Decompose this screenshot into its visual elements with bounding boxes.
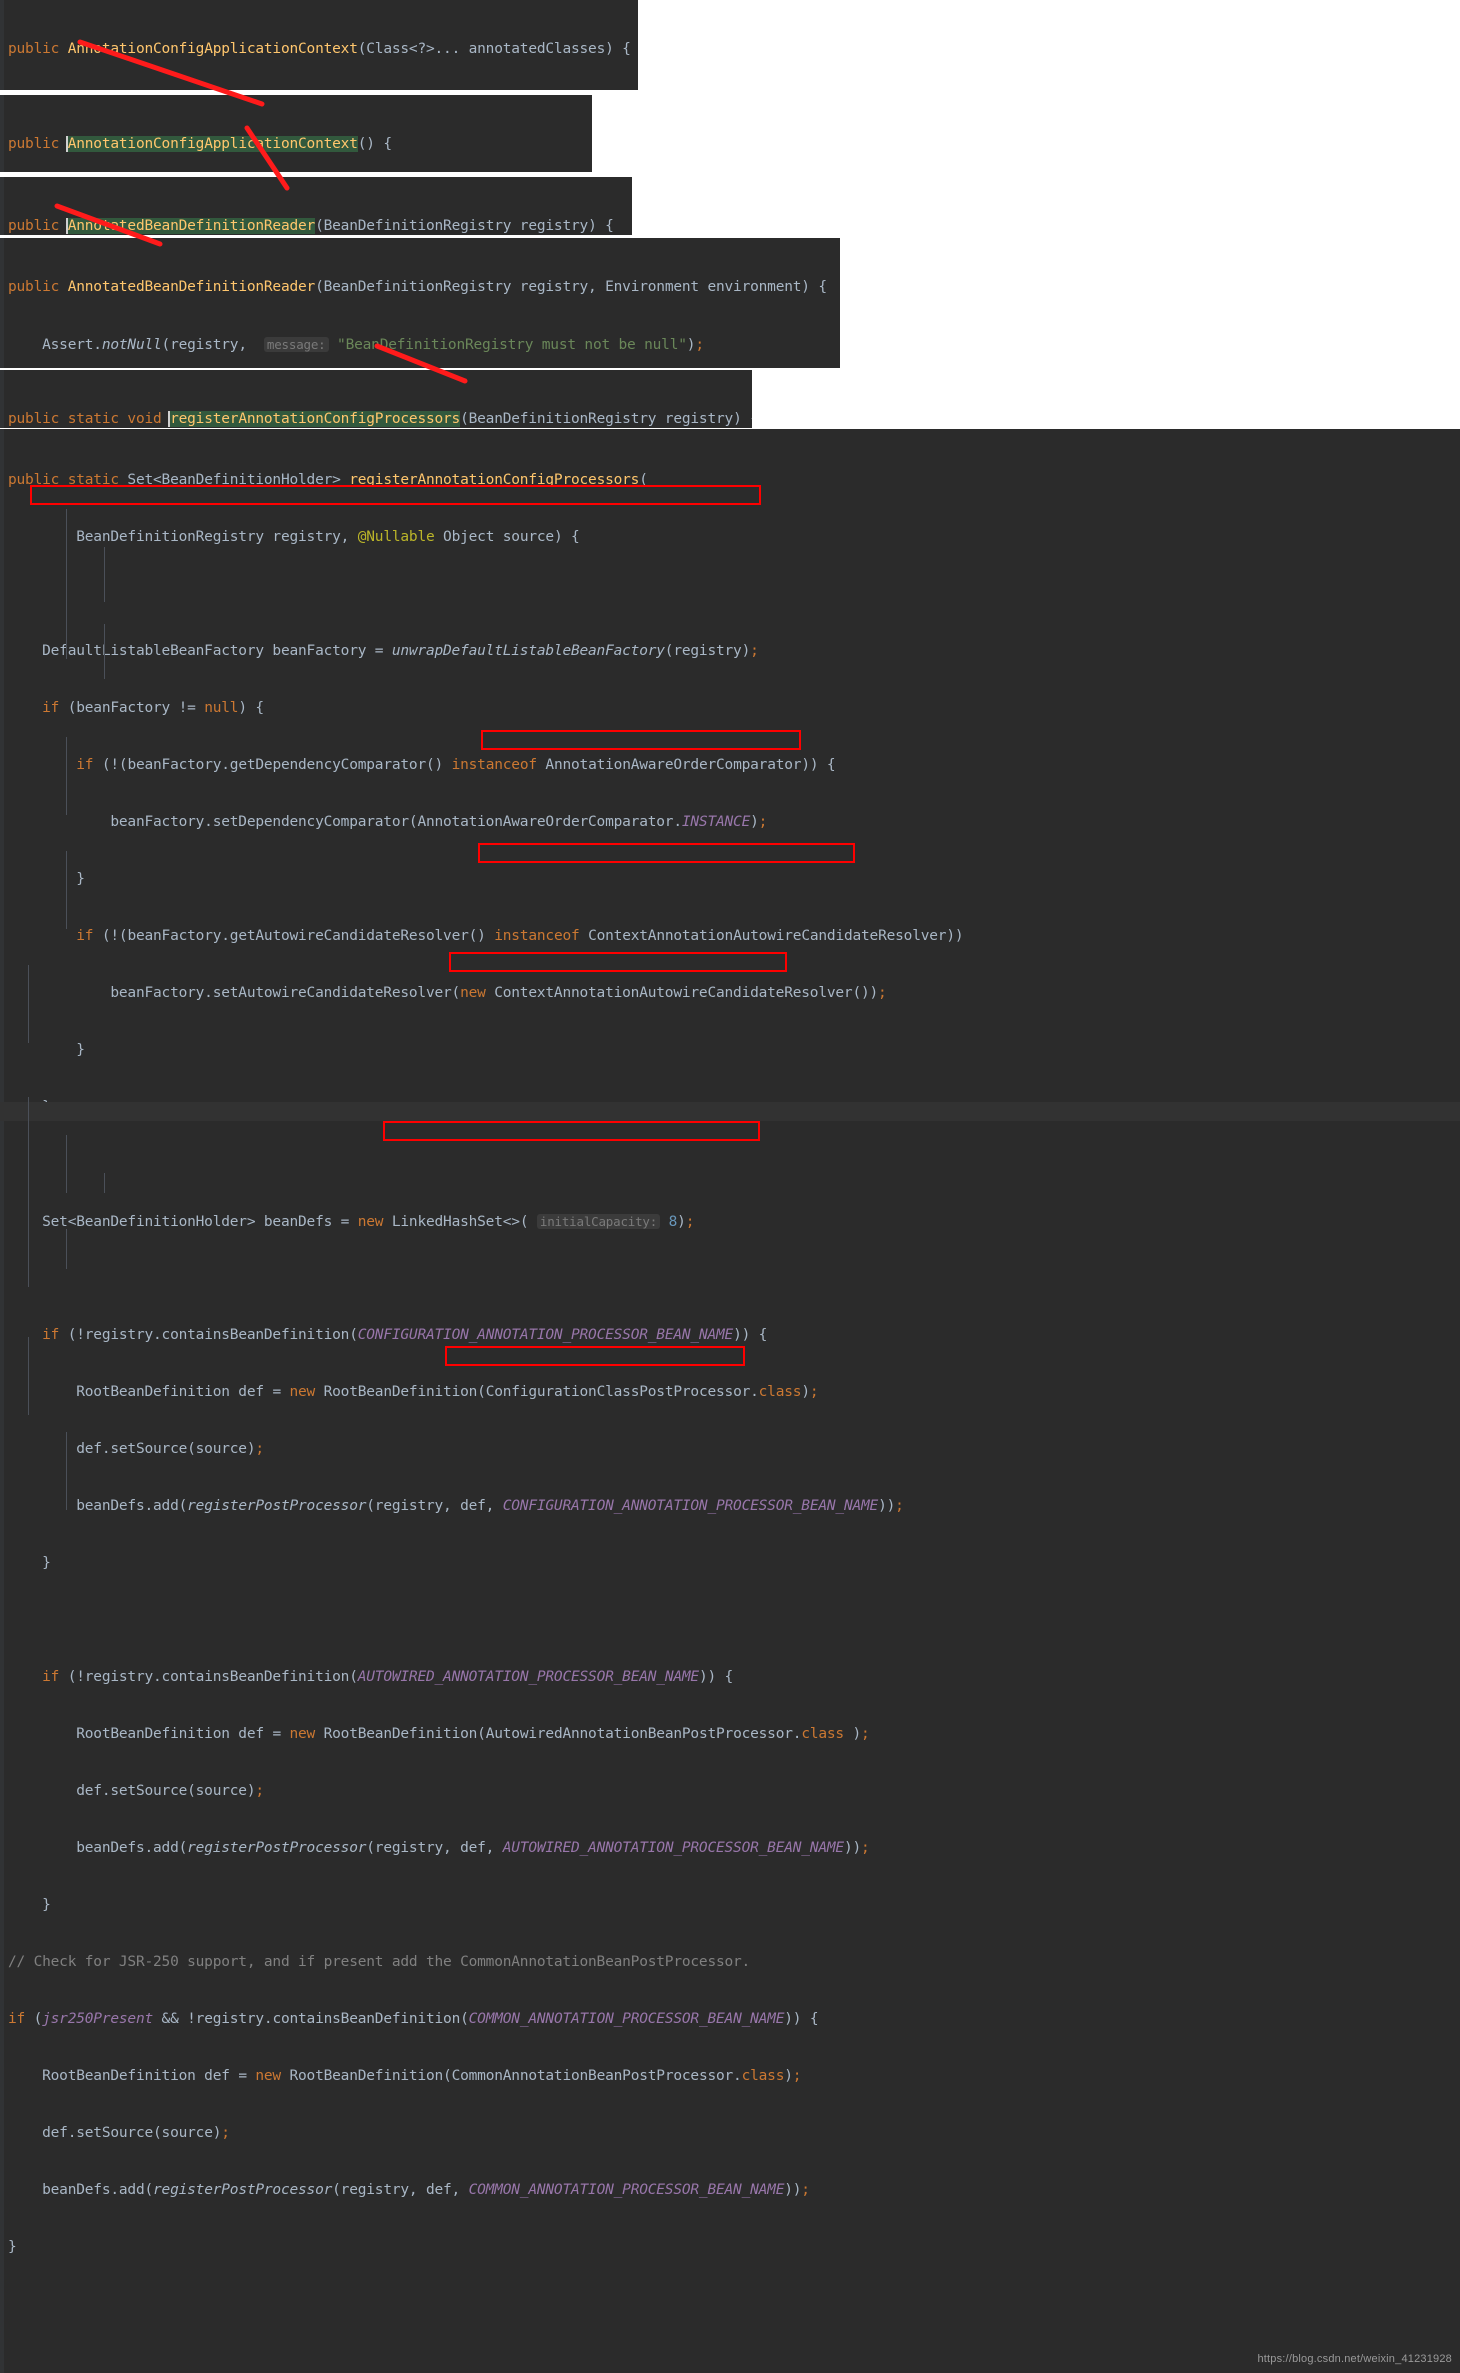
code-line: public static Set<BeanDefinitionHolder> … (8, 472, 648, 488)
code-line: def.setSource(source); (8, 1441, 264, 1457)
code-panel-5: public static void registerAnnotationCon… (0, 370, 752, 428)
code-line: public AnnotationConfigApplicationContex… (8, 136, 392, 152)
code-block-2[interactable]: public AnnotationConfigApplicationContex… (8, 97, 592, 172)
code-line: beanDefs.add(registerPostProcessor(regis… (8, 1498, 904, 1514)
code-line: RootBeanDefinition def = new RootBeanDef… (8, 1726, 870, 1742)
code-line: if (!(beanFactory.getAutowireCandidateRe… (76, 928, 964, 944)
editor-gutter (0, 429, 4, 2373)
indent-guide (66, 1432, 67, 1510)
editor-gutter (0, 0, 4, 90)
code-line: beanFactory.setDependencyComparator(Anno… (8, 814, 768, 830)
code-line: BeanDefinitionRegistry registry, @Nullab… (8, 529, 580, 545)
code-line: } (76, 1042, 85, 1058)
code-panel-2: public AnnotationConfigApplicationContex… (0, 95, 592, 172)
indent-guide (104, 547, 105, 602)
code-line: if (!registry.containsBeanDefinition(CON… (42, 1327, 768, 1343)
code-panel-3: public AnnotatedBeanDefinitionReader(Bea… (0, 177, 632, 235)
code-line: public AnnotatedBeanDefinitionReader(Bea… (8, 279, 827, 295)
indent-guide (28, 1097, 29, 1287)
code-line: } (42, 1555, 51, 1571)
indent-guide (66, 737, 67, 815)
code-line: } (8, 2239, 17, 2255)
indent-guide (66, 1135, 67, 1193)
code-line: Assert.notNull(registry, message: "BeanD… (8, 337, 704, 353)
indent-guide (104, 1173, 105, 1193)
code-line: } (76, 871, 85, 887)
code-line: // Check for JSR-250 support, and if pre… (8, 1954, 751, 1970)
code-block-5[interactable]: public static void registerAnnotationCon… (8, 372, 752, 428)
code-panel-6: public static Set<BeanDefinitionHolder> … (0, 429, 1460, 2373)
code-block-1[interactable]: public AnnotationConfigApplicationContex… (8, 2, 638, 90)
code-line: beanDefs.add(registerPostProcessor(regis… (8, 1840, 870, 1856)
code-line: if (beanFactory != null) { (42, 700, 264, 716)
code-line: public static void registerAnnotationCon… (8, 411, 752, 427)
code-line: if (!(beanFactory.getDependencyComparato… (76, 757, 836, 773)
code-line: beanFactory.setAutowireCandidateResolver… (8, 985, 887, 1001)
editor-gutter (0, 238, 4, 368)
code-line: RootBeanDefinition def = new RootBeanDef… (8, 1384, 819, 1400)
code-line: public AnnotatedBeanDefinitionReader(Bea… (8, 218, 614, 234)
code-line: RootBeanDefinition def = new RootBeanDef… (8, 2068, 802, 2084)
editor-gutter (0, 370, 4, 428)
indent-guide (66, 1229, 67, 1269)
indent-guide (104, 624, 105, 679)
code-panel-1: public AnnotationConfigApplicationContex… (0, 0, 638, 90)
indent-guide (66, 509, 67, 659)
code-line: } (42, 1897, 51, 1913)
code-block-6[interactable]: public static Set<BeanDefinitionHolder> … (8, 429, 1460, 2373)
editor-gutter (0, 177, 4, 235)
editor-gutter (0, 95, 4, 172)
code-line: if (jsr250Present && !registry.containsB… (8, 2011, 819, 2027)
code-line: beanDefs.add(registerPostProcessor(regis… (8, 2182, 810, 2198)
indent-guide (28, 965, 29, 1043)
code-line: Set<BeanDefinitionHolder> beanDefs = new… (8, 1214, 695, 1230)
code-line: DefaultListableBeanFactory beanFactory =… (8, 643, 759, 659)
indent-guide (66, 851, 67, 929)
code-panel-4: public AnnotatedBeanDefinitionReader(Bea… (0, 238, 840, 368)
indent-guide (28, 1337, 29, 1415)
code-line: def.setSource(source); (8, 2125, 230, 2141)
code-block-3[interactable]: public AnnotatedBeanDefinitionReader(Bea… (8, 179, 632, 235)
watermark-url: https://blog.csdn.net/weixin_41231928 (1257, 2353, 1452, 2365)
code-line: if (!registry.containsBeanDefinition(AUT… (42, 1669, 734, 1685)
current-line-highlight (0, 1102, 1460, 1121)
code-block-4[interactable]: public AnnotatedBeanDefinitionReader(Bea… (8, 240, 840, 368)
code-line: public AnnotationConfigApplicationContex… (8, 41, 631, 57)
code-line: def.setSource(source); (8, 1783, 264, 1799)
